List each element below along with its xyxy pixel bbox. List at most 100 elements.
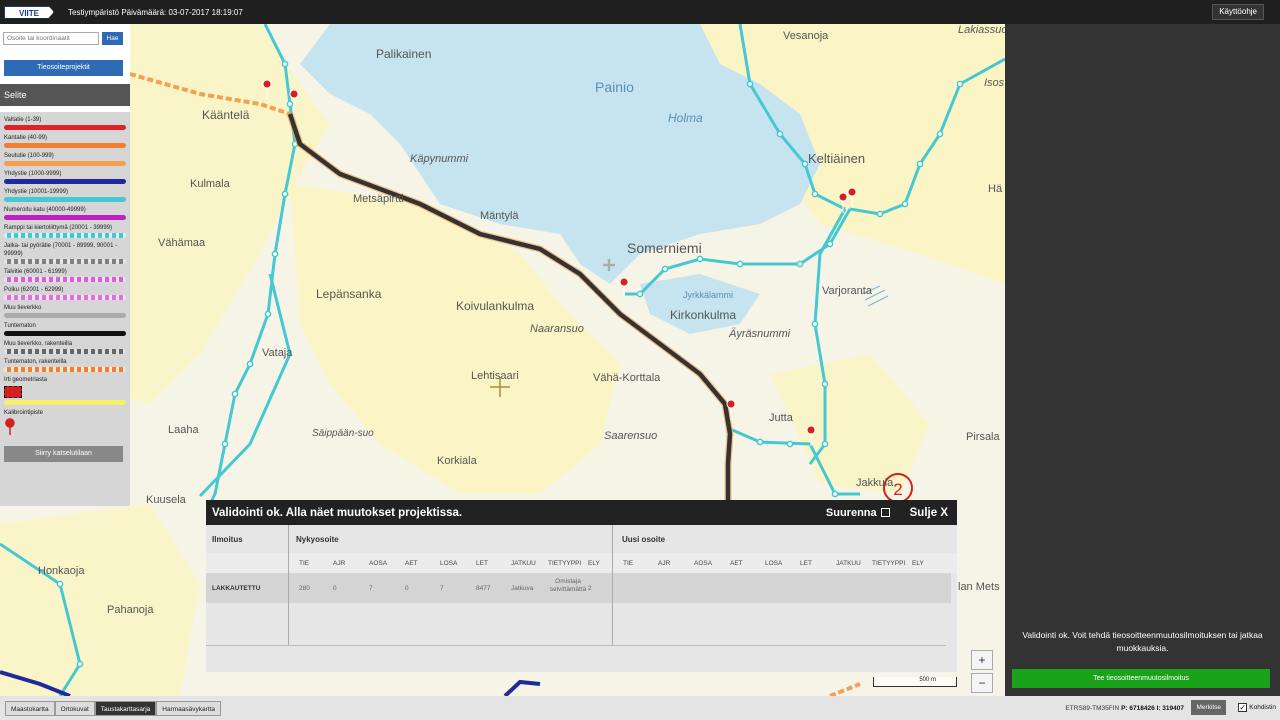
coordinates: ETRS89-TM35FIN P: 6718426 I: 319407: [1065, 705, 1184, 712]
changes-table: Ilmoitus Nykyosoite Uusi osoite TIE AJR AO…: [206, 525, 957, 672]
zoom-controls: + −: [971, 650, 993, 696]
legend-label: Tuntematon, rakenteilla: [4, 359, 67, 365]
legend-label: Muu tieverkko: [4, 305, 42, 311]
current-header: ELY: [588, 560, 600, 567]
viite-logo[interactable]: VIITE: [4, 5, 54, 19]
map-label-lepansanka: Lepänsanka: [316, 287, 382, 301]
map-label-ayrasnummi: Äyräsnummi: [728, 328, 791, 340]
p-value: 6718426: [1129, 705, 1155, 712]
changes-popup: Validointi ok. Alla näet muutokset proje…: [206, 500, 957, 672]
legend: Valtatie (1-39) Kantatie (40-99) Seututie …: [0, 112, 130, 506]
row-cell: Jatkuva: [511, 585, 534, 592]
legend-swatch: [4, 125, 126, 130]
projects-button[interactable]: Tieosoiteprojektit: [4, 60, 123, 76]
legend-swatch: [4, 295, 126, 300]
legend-swatch: [4, 277, 126, 282]
bottom-bar: Maastokartta Ortokuvat Taustakarttasarja Ha…: [0, 696, 1280, 720]
legend-swatch: [4, 215, 126, 220]
map-label-isos: Isos: [984, 77, 1005, 89]
new-header: TIE: [623, 560, 634, 567]
current-header: LET: [476, 560, 488, 567]
popup-title: Validointi ok. Alla näet muutokset proje…: [212, 506, 463, 519]
legend-swatch: [4, 331, 126, 336]
legend-label-calibration: Kalibrointipiste: [4, 410, 44, 416]
legend-swatch: [4, 349, 126, 354]
map-label-vataja: Vataja: [262, 347, 293, 359]
help-button[interactable]: Käyttöohje: [1212, 4, 1264, 20]
environment-info: Testiympäristö Päivämäärä: 03-07-2017 18…: [68, 7, 243, 17]
detached-symbol: [4, 386, 22, 398]
current-header: AET: [405, 560, 418, 567]
map-label-jakkula: Jakkula: [856, 477, 894, 489]
legend-swatch: [4, 313, 126, 318]
legend-swatch: [4, 367, 126, 372]
legend-label: Yhdystie (1000-9999): [4, 171, 62, 177]
background-tab[interactable]: Ortokuvat: [54, 700, 95, 716]
background-map-tabs: Maastokartta Ortokuvat Taustakarttasarja Ha…: [5, 700, 222, 716]
map-label-koivulankulma: Koivulankulma: [456, 299, 534, 313]
new-address-title: Uusi osoite: [622, 535, 666, 544]
scale-label: 500 m: [919, 677, 936, 683]
row-cell: Omistaja selvittämättä: [549, 578, 587, 593]
detached-yellow-bar: [4, 400, 126, 405]
new-header: AET: [730, 560, 743, 567]
enlarge-toggle[interactable]: Suurenna: [826, 507, 890, 519]
row-cell: 7: [369, 585, 373, 592]
map-label-lehtisaari: Lehtisaari: [471, 370, 519, 382]
crosshair-label: Kohdistin: [1249, 704, 1276, 711]
background-tab[interactable]: Harmaasävykartta: [156, 700, 222, 716]
current-header: AOSA: [369, 560, 388, 567]
map-label-honkaoja: Honkaoja: [38, 565, 85, 577]
legend-label: Ramppi tai kiertoliittymä (20001 - 39999…: [4, 225, 113, 231]
map-label-saarensuo: Saarensuo: [604, 430, 657, 442]
current-header: TIETYYPPI: [548, 560, 582, 567]
legend-label: Tuntematon: [4, 323, 36, 329]
calibration-pin-icon: [5, 418, 15, 435]
legend-label: Talvitie (60001 - 61999): [4, 269, 67, 275]
p-label: P:: [1121, 705, 1128, 712]
background-tab[interactable]: Maastokartta: [5, 700, 55, 716]
map-label-saippaansuo: Säippään-suo: [312, 428, 374, 439]
send-change-notice-button[interactable]: Tee tieosoitteenmuutosilmoitus: [1012, 669, 1270, 688]
map-label-kaantela: Kääntelä: [202, 108, 250, 122]
legend-list: Valtatie (1-39) Kantatie (40-99) Seututie …: [4, 116, 126, 372]
notice-column-title: Ilmoitus: [212, 535, 243, 544]
map-label-kirkonkulma: Kirkonkulma: [670, 308, 736, 322]
new-header: AOSA: [694, 560, 713, 567]
crosshair-toggle[interactable]: ✓ Kohdistin: [1238, 703, 1276, 712]
enlarge-checkbox-icon[interactable]: [880, 508, 890, 517]
mark-button[interactable]: Merkitse: [1191, 700, 1226, 715]
search-input[interactable]: [3, 32, 99, 45]
row-cell: 280: [299, 585, 310, 592]
background-tab[interactable]: Taustakarttasarja: [94, 700, 157, 716]
map-label-pahanoja: Pahanoja: [107, 604, 154, 616]
legend-label: Numeroitu katu (40000-49999): [4, 207, 86, 213]
map-label-metsapirtti: Metsäpirtti: [353, 193, 404, 205]
close-button[interactable]: Sulje X: [910, 507, 948, 519]
new-header: LOSA: [765, 560, 783, 567]
table-bottom-line: [206, 645, 946, 646]
row-cell: 0: [333, 585, 337, 592]
step-marker-number: 2: [893, 480, 902, 499]
i-label: I:: [1156, 705, 1161, 712]
search-button[interactable]: Hae: [102, 32, 123, 45]
map-label-holma: Holma: [668, 111, 703, 125]
crosshair-checkbox[interactable]: ✓: [1238, 703, 1248, 712]
row-cell: 7: [440, 585, 444, 592]
map-label-somerniemi: Somerniemi: [627, 240, 702, 256]
return-to-view-button[interactable]: Siirry katselutilaan: [4, 446, 123, 462]
map-label-varjoranta: Varjoranta: [822, 285, 873, 297]
scale-bar: 500 m: [873, 677, 957, 687]
legend-label: Kantatie (40-99): [4, 135, 48, 141]
new-header: TIETYYPPI: [872, 560, 906, 567]
row-cell: 8477: [476, 585, 491, 592]
crs-label: ETRS89-TM35FIN: [1065, 705, 1120, 712]
map-label-kapynummi: Käpynummi: [410, 153, 469, 165]
validation-message: Validointi ok. Voit tehdä tieosoitteenmu…: [1022, 630, 1263, 653]
zoom-in-button[interactable]: +: [971, 650, 993, 670]
legend-swatch: [4, 179, 126, 184]
legend-swatch: [4, 197, 126, 202]
current-header: AJR: [333, 560, 346, 567]
zoom-out-button[interactable]: −: [971, 673, 993, 693]
new-header: JATKUU: [836, 560, 861, 567]
